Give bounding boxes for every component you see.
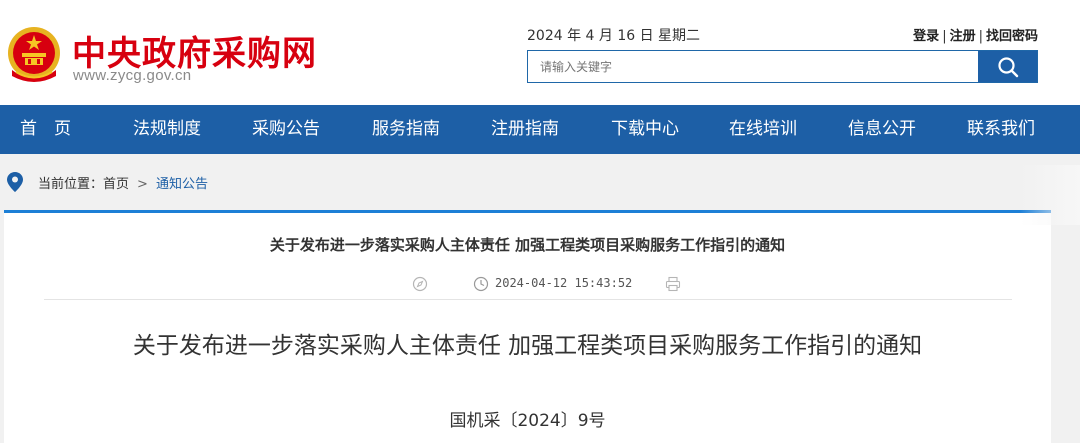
nav-item-contact-us[interactable]: 联系我们 (967, 105, 1035, 154)
search-button[interactable] (978, 51, 1037, 82)
breadcrumb-trail: 当前位置：首页 > 通知公告 (38, 173, 208, 192)
nav-item-online-training[interactable]: 在线培训 (729, 105, 797, 154)
nav-item-announcements[interactable]: 采购公告 (252, 105, 320, 154)
current-date: 2024 年 4 月 16 日 星期二 (527, 28, 701, 44)
recover-password-link[interactable]: 找回密码 (986, 29, 1038, 44)
publish-time: 2024-04-12 15:43:52 (495, 276, 633, 290)
login-link[interactable]: 登录 (913, 29, 939, 44)
nav-item-downloads[interactable]: 下载中心 (611, 105, 679, 154)
compass-icon[interactable] (412, 276, 428, 292)
search-box (527, 50, 1038, 83)
breadcrumb-current-link[interactable]: 通知公告 (156, 177, 208, 192)
breadcrumb: 当前位置：首页 > 通知公告 (0, 154, 1080, 210)
nav-item-info-disclosure[interactable]: 信息公开 (848, 105, 916, 154)
national-emblem-icon[interactable] (6, 26, 62, 84)
main-nav: 首 页 法规制度 采购公告 服务指南 注册指南 下载中心 在线培训 信息公开 联… (0, 105, 1080, 154)
article-panel: 关于发布进一步落实采购人主体责任 加强工程类项目采购服务工作指引的通知 2024… (4, 210, 1051, 443)
nav-item-regulations[interactable]: 法规制度 (133, 105, 201, 154)
site-header: 中央政府采购网 www.zycg.gov.cn 2024 年 4 月 16 日 … (0, 0, 1080, 105)
auth-separator: | (978, 29, 983, 44)
auth-links: 登录 | 注册 | 找回密码 (913, 25, 1038, 44)
article-divider (44, 299, 1012, 300)
site-url: www.zycg.gov.cn (73, 67, 192, 84)
search-icon (997, 56, 1018, 77)
breadcrumb-label: 当前位置： (38, 177, 104, 192)
document-number: 国机采〔2024〕9号 (449, 411, 606, 431)
clock-icon (473, 276, 489, 292)
nav-item-registration-guide[interactable]: 注册指南 (491, 105, 559, 154)
article-header-title: 关于发布进一步落实采购人主体责任 加强工程类项目采购服务工作指引的通知 (269, 236, 786, 254)
nav-item-home[interactable]: 首 页 (20, 105, 71, 154)
edge-fade (1020, 165, 1080, 225)
breadcrumb-separator: > (137, 177, 148, 192)
location-pin-icon (7, 172, 23, 192)
article-meta: 2024-04-12 15:43:52 (4, 275, 1051, 295)
breadcrumb-home-link[interactable]: 首页 (103, 177, 129, 192)
print-icon[interactable] (665, 276, 681, 292)
register-link[interactable]: 注册 (950, 29, 976, 44)
auth-separator: | (942, 29, 947, 44)
nav-item-service-guide[interactable]: 服务指南 (372, 105, 440, 154)
article-title: 关于发布进一步落实采购人主体责任 加强工程类项目采购服务工作指引的通知 (132, 333, 923, 359)
search-input[interactable] (528, 51, 978, 82)
